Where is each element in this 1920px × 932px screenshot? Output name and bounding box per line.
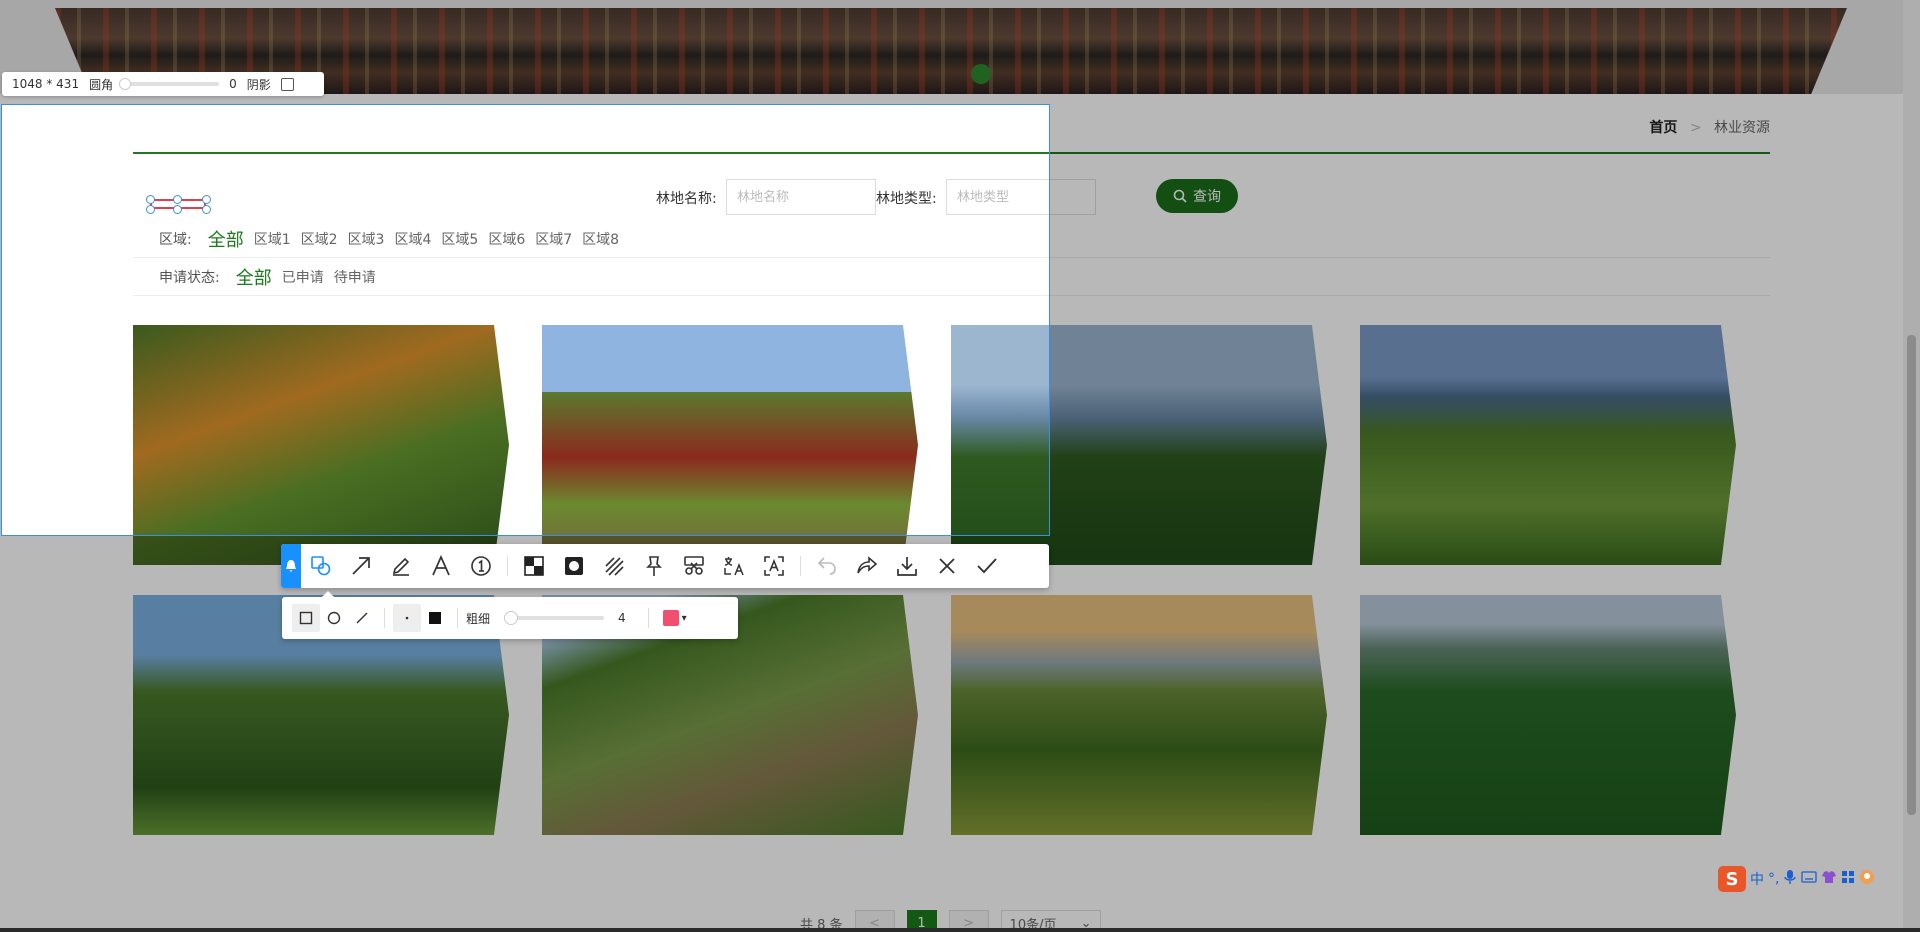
resize-handle[interactable] xyxy=(202,205,211,214)
arrow-icon[interactable] xyxy=(341,544,381,588)
dim-overlay-right xyxy=(1050,104,1920,536)
taskbar-edge xyxy=(0,928,1920,932)
translate-icon[interactable] xyxy=(714,544,754,588)
resize-handle[interactable] xyxy=(173,205,182,214)
outline-style-icon[interactable] xyxy=(393,604,421,632)
toolbar-divider xyxy=(507,556,508,576)
radius-slider[interactable] xyxy=(119,78,220,90)
resize-handle[interactable] xyxy=(173,195,182,204)
blur-icon[interactable] xyxy=(554,544,594,588)
hatch-icon[interactable] xyxy=(594,544,634,588)
undo-icon[interactable] xyxy=(807,544,847,588)
toolbar-divider xyxy=(800,556,801,576)
skin-icon[interactable] xyxy=(1821,870,1837,888)
text-icon[interactable] xyxy=(421,544,461,588)
capture-info-bar: 1048 * 431 圆角 0 阴影 xyxy=(2,72,324,96)
line-shape-icon[interactable] xyxy=(348,604,376,632)
close-icon[interactable] xyxy=(927,544,967,588)
color-picker[interactable]: ▾ xyxy=(657,604,693,632)
thickness-slider-knob[interactable] xyxy=(504,611,519,625)
redo-icon[interactable] xyxy=(847,544,887,588)
capture-selection[interactable] xyxy=(1,104,1050,536)
options-divider xyxy=(457,608,458,628)
options-divider xyxy=(647,608,649,628)
pen-icon[interactable] xyxy=(381,544,421,588)
dim-overlay-bottom xyxy=(0,536,1920,932)
ocr-icon[interactable] xyxy=(754,544,794,588)
shape-options-bar: 粗细 4 ▾ xyxy=(282,591,738,639)
apps-icon[interactable] xyxy=(1841,870,1855,888)
sogou-logo-icon[interactable]: S xyxy=(1718,866,1746,892)
thickness-value: 4 xyxy=(618,611,626,625)
pin-to-screen-icon[interactable] xyxy=(634,544,674,588)
options-divider xyxy=(384,608,385,628)
pin-icon[interactable] xyxy=(281,544,301,588)
selection-size: 1048 * 431 xyxy=(12,77,80,91)
fill-style-icon[interactable] xyxy=(421,604,449,632)
radius-label: 圆角 xyxy=(89,77,114,92)
ime-toolbar: S 中 °, xyxy=(1718,865,1903,893)
radius-slider-knob[interactable] xyxy=(119,78,132,90)
shadow-label: 阴影 xyxy=(246,77,271,92)
thickness-slider[interactable] xyxy=(504,611,605,625)
resize-handle[interactable] xyxy=(202,195,211,204)
number-icon[interactable] xyxy=(461,544,501,588)
ime-mode[interactable]: 中 xyxy=(1750,869,1764,889)
thickness-label: 粗细 xyxy=(466,611,491,626)
keyboard-icon[interactable] xyxy=(1801,871,1818,887)
capture-toolbar xyxy=(281,544,1049,588)
ime-punct[interactable]: °, xyxy=(1768,871,1779,887)
resize-handle[interactable] xyxy=(146,205,155,214)
rectangle-shape-icon[interactable] xyxy=(292,604,320,632)
mosaic-icon[interactable] xyxy=(514,544,554,588)
confirm-icon[interactable] xyxy=(967,544,1007,588)
shadow-checkbox[interactable] xyxy=(280,77,294,91)
microphone-icon[interactable] xyxy=(1783,869,1797,889)
radius-value: 0 xyxy=(229,77,237,91)
chevron-down-icon: ▾ xyxy=(681,612,687,624)
color-swatch xyxy=(662,610,679,626)
avatar-icon[interactable] xyxy=(1859,869,1875,889)
resize-handle[interactable] xyxy=(146,195,155,204)
shape-icon[interactable] xyxy=(301,544,341,588)
download-icon[interactable] xyxy=(887,544,927,588)
cut-icon[interactable] xyxy=(674,544,714,588)
ellipse-shape-icon[interactable] xyxy=(320,604,348,632)
